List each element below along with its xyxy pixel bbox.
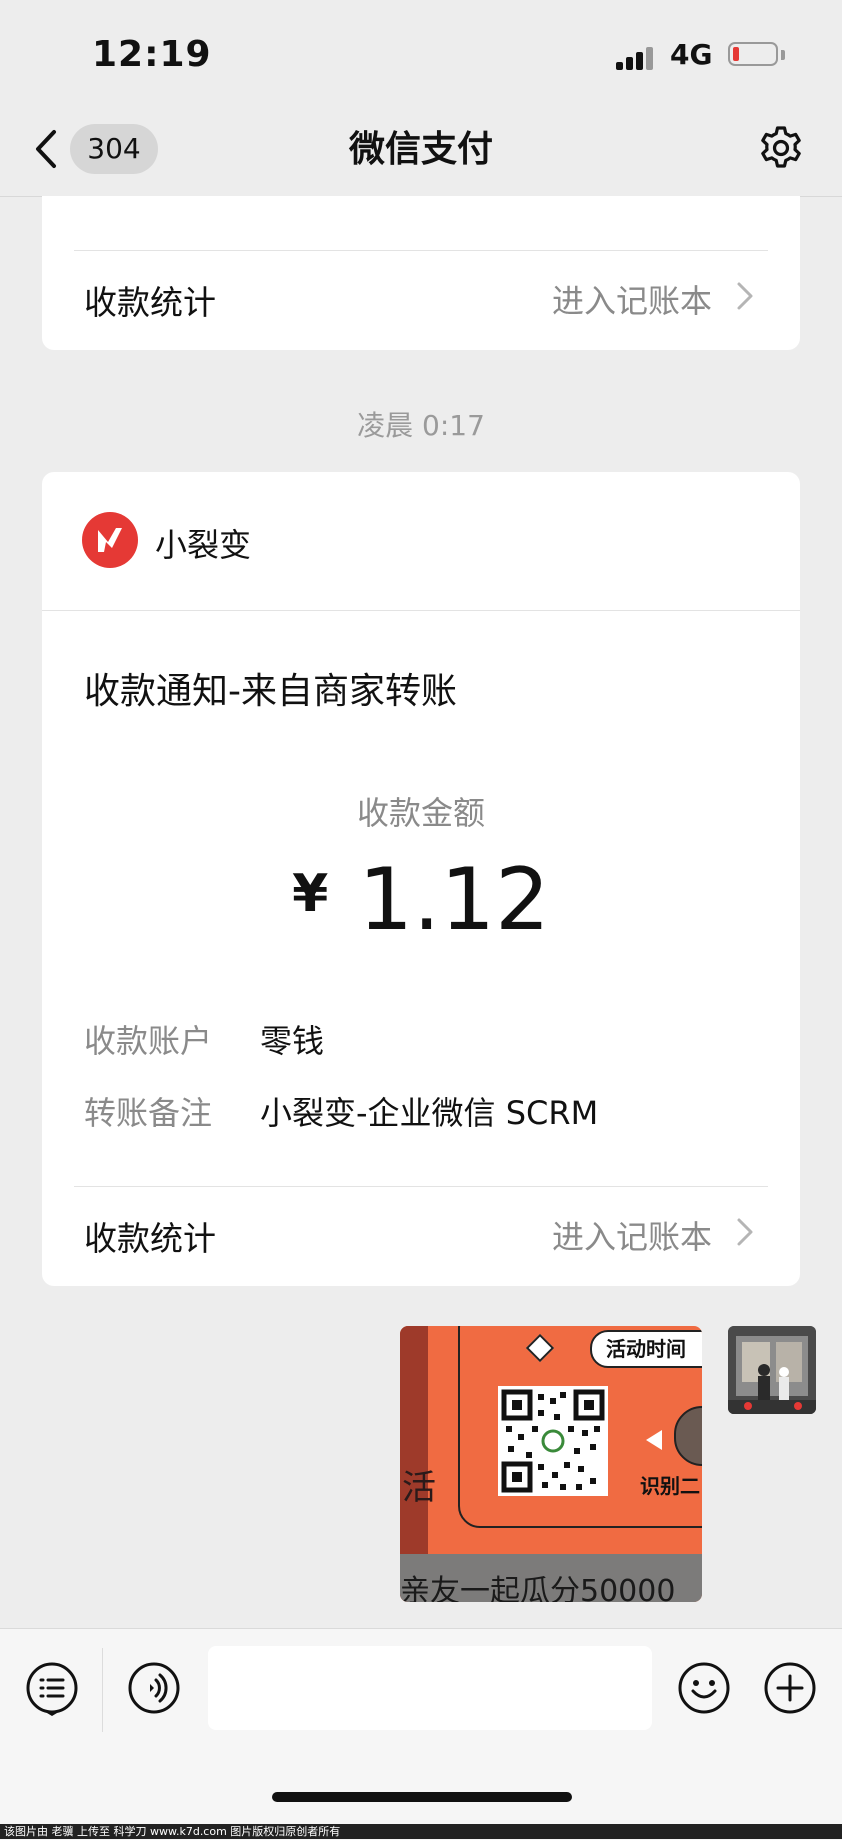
emoji-icon[interactable]	[676, 1660, 732, 1716]
poster-left-char: 活	[402, 1468, 436, 1508]
image-message[interactable]: 活动时间 识别二 活 亲友一起瓜分50000	[400, 1326, 702, 1602]
detail-key: 转账备注	[84, 1094, 213, 1132]
message-timestamp: 凌晨 0:17	[357, 409, 485, 442]
cellular-signal-icon	[616, 44, 660, 70]
card-divider	[74, 250, 768, 251]
sender-avatar[interactable]	[728, 1326, 816, 1414]
detail-value: 零钱	[260, 1022, 325, 1060]
chevron-right-icon[interactable]	[736, 281, 754, 311]
network-type: 4G	[670, 38, 713, 71]
footer-watermark: 该图片由 老骥 上传至 科学刀 www.k7d.com 图片版权归原创者所有	[0, 1824, 842, 1839]
merchant-name: 小裂变	[155, 526, 252, 564]
payment-amount: 1.12	[358, 850, 550, 950]
merchant-logo-icon	[82, 512, 138, 568]
card-divider	[74, 1186, 768, 1187]
message-input[interactable]	[208, 1646, 652, 1730]
stats-label: 收款统计	[84, 283, 216, 322]
triangle-left-icon	[646, 1430, 662, 1450]
poster-badge: 活动时间	[590, 1330, 702, 1368]
detail-value: 小裂变-企业微信 SCRM	[260, 1094, 599, 1132]
detail-key: 收款账户	[84, 1022, 213, 1060]
qr-code-image	[498, 1386, 608, 1496]
amount-row: ¥1.12	[0, 850, 842, 950]
input-bar-divider	[102, 1648, 103, 1732]
ledger-link[interactable]: 进入记账本	[480, 1212, 712, 1258]
poster-bottom-text: 亲友一起瓜分50000	[400, 1574, 676, 1602]
battery-tip	[781, 50, 785, 60]
amount-label: 收款金额	[356, 794, 485, 832]
stats-label: 收款统计	[84, 1219, 216, 1258]
card-divider	[42, 610, 800, 611]
battery-icon	[728, 42, 778, 66]
notice-title: 收款通知-来自商家转账	[84, 671, 457, 712]
plus-icon[interactable]	[762, 1660, 818, 1716]
page-title: 微信支付	[348, 129, 493, 170]
currency-symbol: ¥	[292, 864, 329, 924]
chevron-right-icon[interactable]	[736, 1217, 754, 1247]
poster-side-text: 识别二	[640, 1474, 700, 1498]
previous-payment-card	[42, 196, 800, 350]
gear-icon[interactable]	[757, 124, 805, 172]
status-time: 12:19	[92, 34, 212, 75]
menu-list-icon[interactable]	[24, 1660, 80, 1716]
voice-icon[interactable]	[126, 1660, 182, 1716]
home-indicator	[272, 1792, 572, 1802]
ledger-link[interactable]: 进入记账本	[480, 276, 712, 322]
